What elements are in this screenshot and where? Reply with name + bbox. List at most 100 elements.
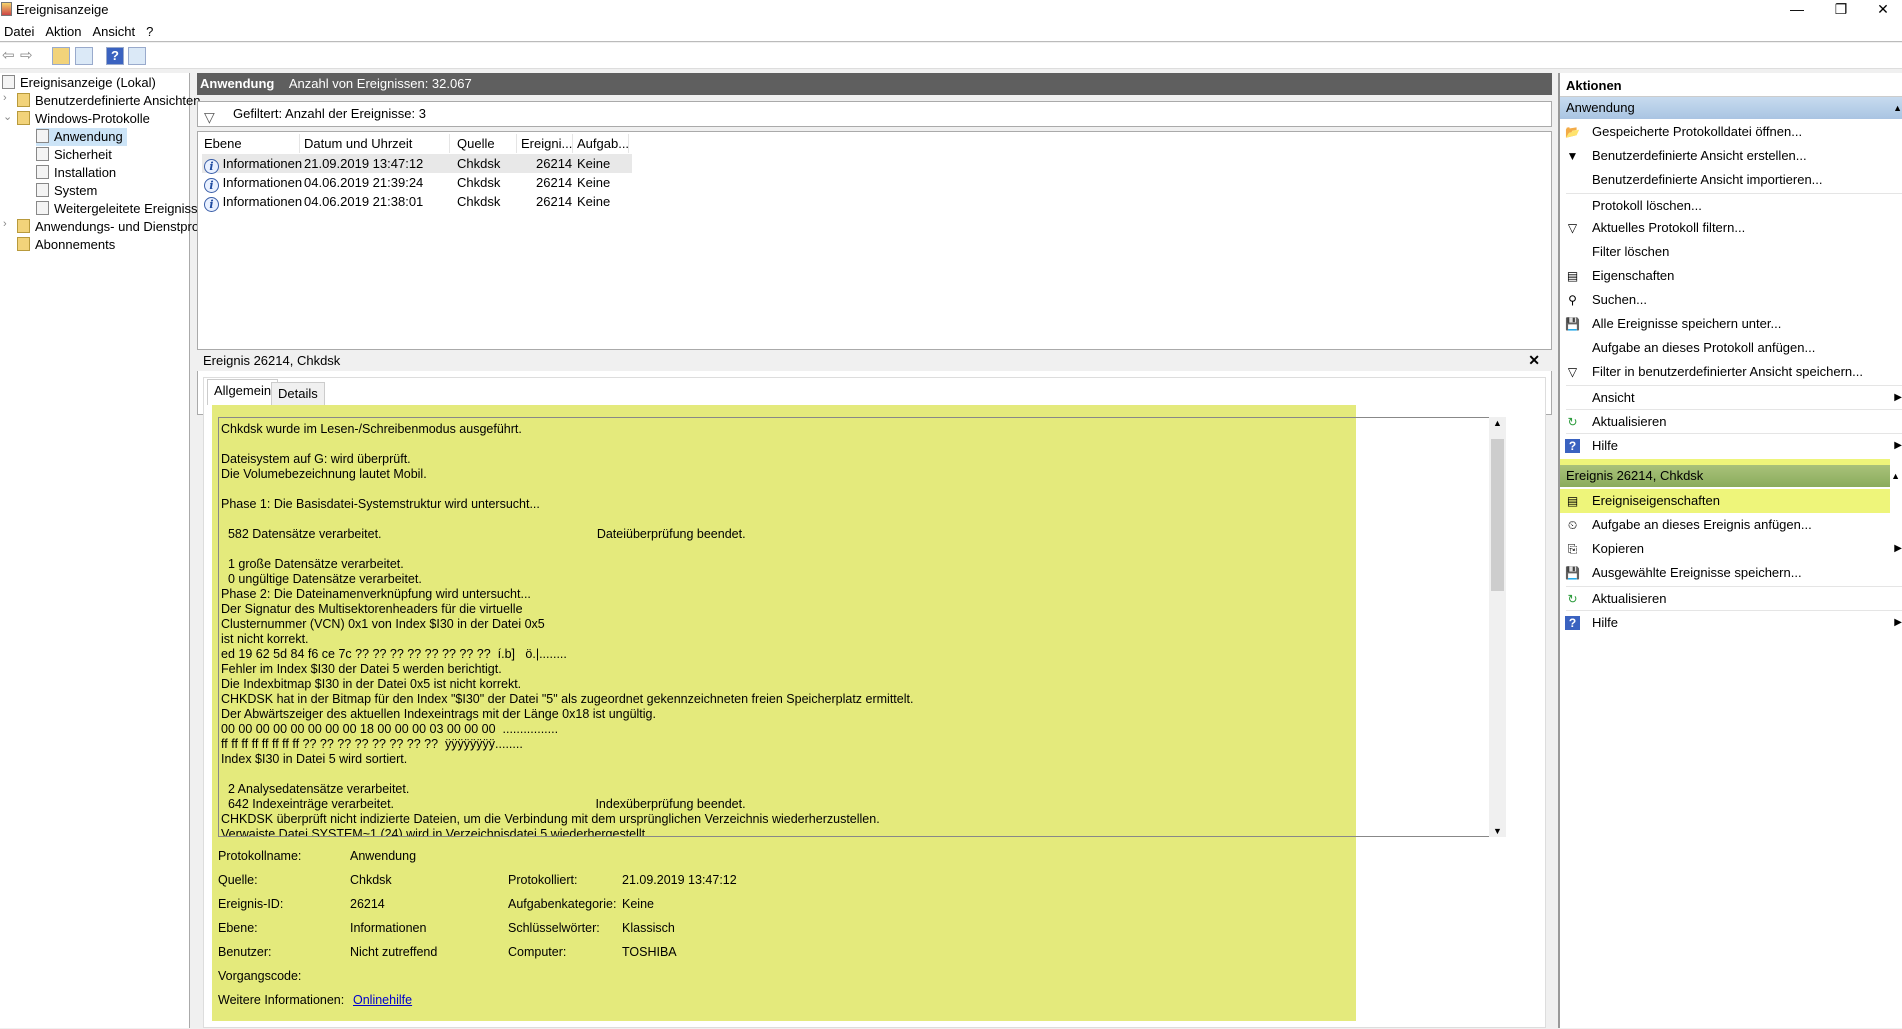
center-pane: Anwendung Anzahl von Ereignissen: 32.067… — [197, 73, 1552, 1028]
a2-item[interactable]: 💾 Ausgewählte Ereignisse speichern... — [1560, 561, 1902, 585]
a1-item[interactable]: ▽ Filter in benutzerdefinierter Ansicht s… — [1560, 360, 1902, 384]
col-datum[interactable]: Datum und Uhrzeit — [304, 134, 450, 153]
expand-chevron-icon[interactable]: › — [3, 218, 7, 230]
back-arrow-icon[interactable]: ⇦ — [2, 46, 15, 64]
tree-item-forwarded[interactable]: Weitergeleitete Ereignisse — [36, 200, 205, 218]
toolbar: ⇦ ⇨ ? — [0, 43, 1902, 69]
show-hide-tree-icon[interactable] — [75, 47, 93, 65]
submenu-arrow-icon: ▶ — [1894, 440, 1902, 451]
a2-item[interactable]: ⎘ Kopieren ▶ — [1560, 537, 1902, 561]
menu-help[interactable]: ? — [142, 20, 160, 39]
forward-arrow-icon[interactable]: ⇨ — [20, 46, 33, 64]
event-row[interactable]: i Informationen 21.09.2019 13:47:12 Chkd… — [202, 154, 632, 174]
event-row[interactable]: i Informationen 04.06.2019 21:38:01 Chkd… — [202, 192, 632, 212]
collapse-icon[interactable]: ▲ — [1893, 97, 1902, 119]
a1-item[interactable]: Ansicht ▶ — [1560, 386, 1902, 410]
menu-datei[interactable]: Datei — [0, 20, 41, 39]
menu-bar: Datei Aktion Ansicht? — [0, 20, 1902, 42]
save-icon: 💾 — [1565, 566, 1580, 580]
a1-item[interactable]: ? Hilfe ▶ — [1560, 434, 1902, 458]
event-viewer-app-icon — [1, 2, 12, 16]
event-message-text[interactable]: Chkdsk wurde im Lesen-/Schreibenmodus au… — [218, 417, 1506, 837]
open-folder-icon: 📂 — [1565, 125, 1580, 139]
filter-icon: ▽ — [204, 109, 215, 125]
close-details-icon[interactable]: ✕ — [1528, 350, 1540, 371]
action-label: Kopieren — [1592, 541, 1645, 556]
a1-item[interactable]: ▽ Aktuelles Protokoll filtern... — [1560, 216, 1902, 240]
info-icon: i — [204, 197, 219, 212]
tree-item-root[interactable]: Ereignisanzeige (Lokal) — [2, 74, 156, 92]
expand-chevron-icon[interactable]: › — [3, 92, 7, 104]
tree-item-system[interactable]: System — [36, 182, 97, 200]
col-aufgabe[interactable]: Aufgab... — [577, 134, 629, 153]
log-icon — [36, 165, 49, 179]
tree-item-anwendung[interactable]: Anwendung — [36, 128, 127, 146]
binoculars-icon: ⚲ — [1568, 293, 1577, 307]
a1-item[interactable]: 💾 Alle Ereignisse speichern unter... — [1560, 312, 1902, 336]
minimize-button[interactable]: — — [1774, 0, 1820, 20]
tab-allgemein[interactable]: Allgemein — [207, 379, 279, 405]
event-details-pane: Ereignis 26214, Chkdsk ✕ Allgemein Detail… — [197, 349, 1552, 1028]
event-row[interactable]: i Informationen 04.06.2019 21:39:24 Chkd… — [202, 173, 632, 193]
action-label: Benutzerdefinierte Ansicht erstellen... — [1592, 148, 1807, 163]
a1-item[interactable]: ▼ Benutzerdefinierte Ansicht erstellen... — [1560, 144, 1902, 168]
a2-item[interactable]: ⏲ Aufgabe an dieses Ereignis anfügen... — [1560, 513, 1902, 537]
close-button[interactable]: ✕ — [1860, 0, 1902, 20]
action-label: Aktualisieren — [1592, 591, 1667, 606]
navigation-tree: Ereignisanzeige (Lokal) › Benutzerdefini… — [0, 73, 237, 1028]
col-ebene[interactable]: Ebene — [204, 134, 300, 153]
copy-icon: ⎘ — [1567, 542, 1578, 556]
a1-item[interactable]: Aufgabe an dieses Protokoll anfügen... — [1560, 336, 1902, 360]
show-hide-actions-icon[interactable] — [128, 47, 146, 65]
tree-item-sicherheit[interactable]: Sicherheit — [36, 146, 112, 164]
folder-up-icon[interactable] — [52, 47, 70, 65]
log-icon — [36, 129, 49, 143]
a2-item[interactable]: ↻ Aktualisieren — [1560, 587, 1902, 611]
log-icon — [36, 147, 49, 161]
a1-item[interactable]: Filter löschen — [1560, 240, 1902, 264]
folder-icon — [17, 93, 30, 107]
online-help-link[interactable]: Onlinehilfe — [353, 993, 412, 1007]
menu-ansicht[interactable]: Ansicht — [89, 20, 143, 39]
scroll-thumb[interactable] — [1491, 439, 1504, 591]
action-label: Ausgewählte Ereignisse speichern... — [1592, 565, 1802, 580]
subscriptions-icon — [17, 237, 30, 251]
col-id[interactable]: Ereigni... — [521, 134, 573, 153]
help-icon[interactable]: ? — [106, 47, 124, 65]
action-label: Gespeicherte Protokolldatei öffnen... — [1592, 124, 1803, 139]
a1-item[interactable]: Benutzerdefinierte Ansicht importieren..… — [1560, 168, 1902, 192]
tree-item-windows-logs[interactable]: Windows-Protokolle — [17, 110, 150, 128]
log-icon — [36, 201, 49, 215]
restore-button[interactable]: ❐ — [1818, 0, 1864, 20]
a1-item[interactable]: 📂 Gespeicherte Protokolldatei öffnen... — [1560, 120, 1902, 144]
tree-item-installation[interactable]: Installation — [36, 164, 116, 182]
col-quelle[interactable]: Quelle — [457, 134, 517, 153]
log-header: Anwendung Anzahl von Ereignissen: 32.067 — [197, 73, 1552, 95]
a2-item[interactable]: ▤ Ereigniseigenschaften — [1560, 489, 1890, 513]
refresh-icon: ↻ — [1567, 592, 1578, 606]
action-label: Filter in benutzerdefinierter Ansicht sp… — [1592, 364, 1863, 379]
save-icon: 💾 — [1565, 317, 1580, 331]
collapse-chevron-icon[interactable]: ⌄ — [3, 110, 12, 123]
menu-aktion[interactable]: Aktion — [41, 20, 88, 39]
section-anwendung[interactable]: Anwendung ▲ — [1560, 97, 1902, 119]
a2-item[interactable]: ? Hilfe ▶ — [1560, 611, 1902, 635]
scroll-down-icon[interactable]: ▼ — [1493, 826, 1502, 836]
folder-icon — [17, 219, 30, 233]
action-label: Aktuelles Protokoll filtern... — [1592, 220, 1746, 235]
a1-item[interactable]: Protokoll löschen... — [1560, 194, 1902, 218]
collapse-icon[interactable]: ▲ — [1891, 471, 1900, 481]
tree-item-custom-views[interactable]: Benutzerdefinierte Ansichten — [17, 92, 201, 110]
section-event[interactable]: Ereignis 26214, Chkdsk — [1560, 465, 1890, 487]
scroll-up-icon[interactable]: ▲ — [1493, 418, 1502, 428]
submenu-arrow-icon: ▶ — [1894, 392, 1902, 403]
action-label: Alle Ereignisse speichern unter... — [1592, 316, 1782, 331]
actions-title: Aktionen — [1560, 75, 1902, 97]
tab-details[interactable]: Details — [271, 382, 325, 405]
tree-item-subscriptions[interactable]: Abonnements — [17, 236, 115, 254]
a1-item[interactable]: ↻ Aktualisieren — [1560, 410, 1902, 434]
help-icon: ? — [1565, 616, 1580, 630]
a1-item[interactable]: ⚲ Suchen... — [1560, 288, 1902, 312]
a1-item[interactable]: ▤ Eigenschaften — [1560, 264, 1902, 288]
message-scrollbar[interactable]: ▲ ▼ — [1489, 417, 1506, 837]
